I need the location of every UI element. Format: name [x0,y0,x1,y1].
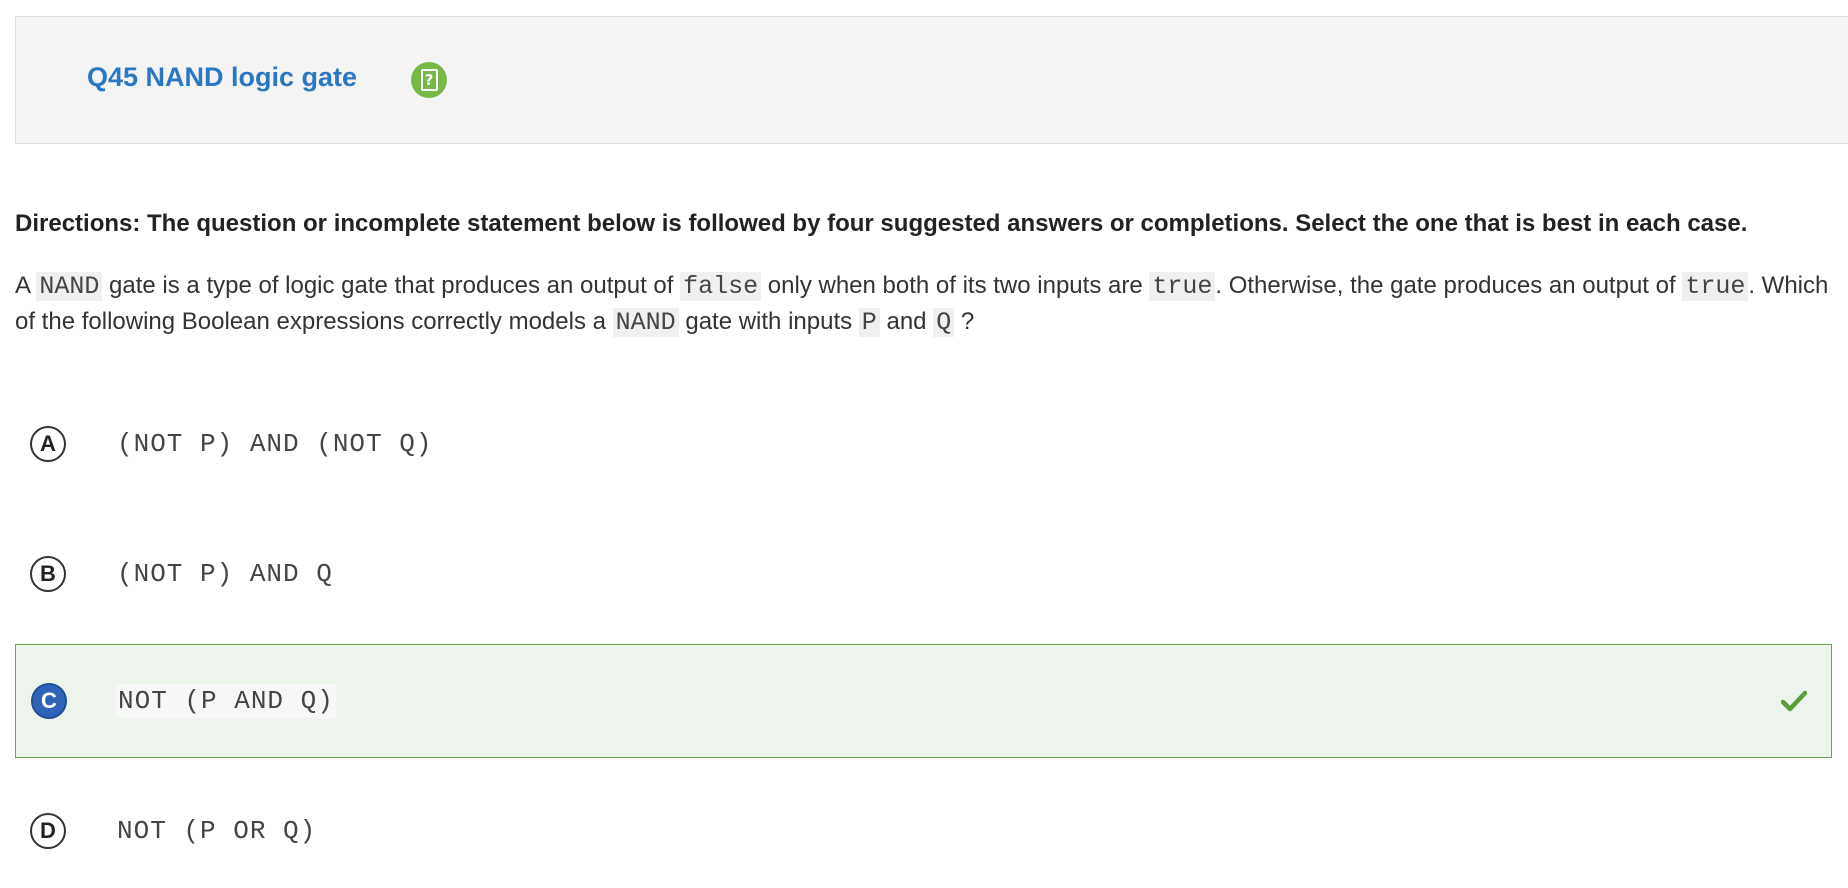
option-text: NOT (P OR Q) [117,816,317,846]
question-mark-icon: ? [420,69,438,91]
answer-option-b[interactable]: B (NOT P) AND Q [15,517,1832,631]
option-letter-badge[interactable]: A [30,426,66,462]
question-stem: A NAND gate is a type of logic gate that… [15,268,1835,340]
option-text: NOT (P AND Q) [116,684,336,718]
stem-code: false [680,272,762,301]
option-text: (NOT P) AND (NOT Q) [117,429,433,459]
directions-text: Directions: The question or incomplete s… [15,210,1748,237]
answer-option-a[interactable]: A (NOT P) AND (NOT Q) [15,387,1832,501]
answer-option-d[interactable]: D NOT (P OR Q) [15,774,1832,888]
checkmark-icon [1781,690,1807,712]
stem-text: gate with inputs [678,308,859,335]
stem-code: true [1682,272,1749,301]
stem-code: NAND [612,308,679,337]
question-title-link[interactable]: Q45 NAND logic gate [87,62,357,93]
option-letter-badge-selected[interactable]: C [31,683,67,719]
stem-text: A [15,272,37,299]
option-text: (NOT P) AND Q [117,559,333,589]
stem-text: only when both of its two inputs are [761,272,1150,299]
stem-code: Q [933,308,955,337]
option-letter-badge[interactable]: D [30,813,66,849]
option-letter-badge[interactable]: B [30,556,66,592]
stem-code: NAND [36,272,103,301]
stem-text: gate is a type of logic gate that produc… [102,272,681,299]
stem-code: P [858,308,880,337]
help-document-icon[interactable]: ? [411,62,447,98]
stem-text: . Otherwise, the gate produces an output… [1215,272,1683,299]
stem-text: ? [954,308,975,335]
stem-code: true [1149,272,1216,301]
answer-option-c[interactable]: C NOT (P AND Q) [15,644,1832,758]
stem-text: and [879,308,934,335]
